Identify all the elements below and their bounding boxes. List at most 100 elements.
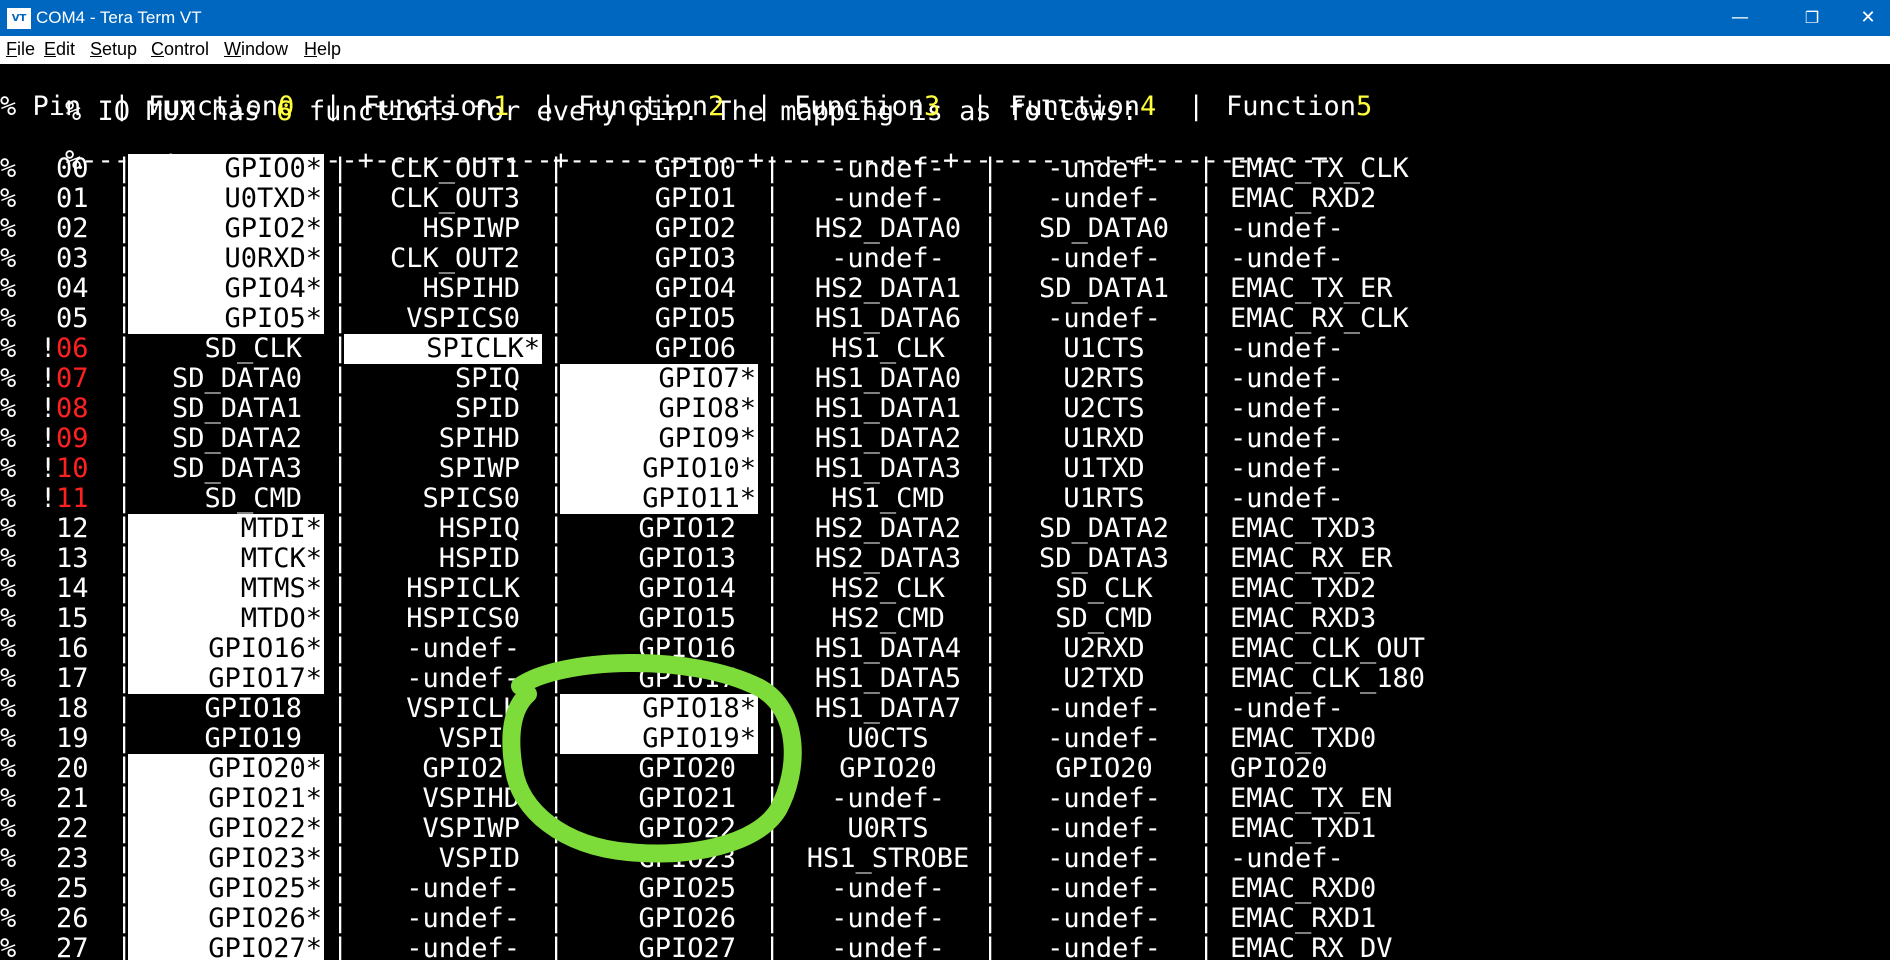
table-row: % 27 | | | | | | GPIO27* -undef- GPIO27 -undef- -und… bbox=[0, 934, 1890, 960]
table-row: %! 06 | | | | | | SD_CLK SPICLK* GPIO6 HS1_CLK U1CTS… bbox=[0, 334, 1890, 364]
cell-function-4: -undef- bbox=[1047, 843, 1161, 874]
column-separator: | bbox=[982, 183, 999, 214]
row-prefix: % bbox=[0, 843, 17, 874]
column-separator: | bbox=[1198, 813, 1215, 844]
column-separator: | bbox=[1198, 273, 1215, 304]
cell-function-2: GPIO3 bbox=[654, 243, 736, 274]
row-pin-number: 07 bbox=[56, 363, 89, 394]
cell-function-2: GPIO6 bbox=[654, 333, 736, 364]
cell-function-1: SPICLK* bbox=[344, 334, 542, 364]
cell-function-1: HSPIHD bbox=[422, 273, 520, 304]
row-prefix: % bbox=[0, 363, 17, 394]
cell-function-4: -undef- bbox=[1047, 813, 1161, 844]
cell-function-3: HS1_DATA4 bbox=[814, 633, 962, 664]
column-separator: | bbox=[1198, 693, 1215, 724]
minimize-button[interactable]: — bbox=[1712, 0, 1768, 36]
menu-edit[interactable]: Edit bbox=[44, 39, 75, 60]
column-separator: | bbox=[982, 333, 999, 364]
row-pin-number: 10 bbox=[56, 453, 89, 484]
column-separator: | bbox=[1198, 213, 1215, 244]
column-separator: | bbox=[982, 393, 999, 424]
cell-function-2: GPIO11* bbox=[560, 484, 758, 514]
cell-function-1: SPID bbox=[454, 393, 520, 424]
menu-setup[interactable]: Setup bbox=[90, 39, 137, 60]
column-separator: | bbox=[764, 903, 781, 934]
row-warning-mark: ! bbox=[40, 363, 57, 394]
row-warning-mark: ! bbox=[40, 333, 57, 364]
close-button[interactable]: ✕ bbox=[1840, 0, 1890, 36]
column-separator: | bbox=[982, 303, 999, 334]
column-separator: | bbox=[1198, 903, 1215, 934]
table-row: %! 09 | | | | | | SD_DATA2 SPIHD GPIO9* HS1_DATA2 U1… bbox=[0, 424, 1890, 454]
cell-function-4: -undef- bbox=[1047, 243, 1161, 274]
column-separator: | bbox=[764, 723, 781, 754]
cell-function-0: GPIO5* bbox=[128, 304, 324, 334]
table-row: % 18 | | | | | | GPIO18 VSPICLK GPIO18* HS1_DATA7 -u… bbox=[0, 694, 1890, 724]
table-row: %! 07 | | | | | | SD_DATA0 SPIQ GPIO7* HS1_DATA0 U2R… bbox=[0, 364, 1890, 394]
cell-function-1: VSPICS0 bbox=[406, 303, 520, 334]
row-prefix: % bbox=[0, 213, 17, 244]
cell-function-4: -undef- bbox=[1047, 723, 1161, 754]
cell-function-3: HS1_DATA5 bbox=[814, 663, 962, 694]
column-separator: | bbox=[1198, 783, 1215, 814]
cell-function-4: SD_DATA3 bbox=[1038, 543, 1170, 574]
menu-label: etup bbox=[102, 39, 138, 59]
column-separator: | bbox=[982, 753, 999, 784]
row-warning-mark: ! bbox=[40, 393, 57, 424]
menu-bar: File Edit Setup Control Window Help bbox=[0, 36, 1890, 65]
column-separator: | bbox=[982, 543, 999, 574]
cell-function-1: SPICS0 bbox=[422, 483, 520, 514]
cell-function-5: EMAC_RXD1 bbox=[1230, 903, 1377, 934]
column-separator: | bbox=[764, 573, 781, 604]
divider-line: %-----+-----------+-----------+---------… bbox=[0, 116, 1890, 176]
cell-function-0: SD_DATA1 bbox=[171, 393, 302, 424]
table-row: % 05 | | | | | | GPIO5* VSPICS0 GPIO5 HS1_DATA6 -und… bbox=[0, 304, 1890, 334]
cell-function-4: U2CTS bbox=[1063, 393, 1145, 424]
cell-function-4: U1TXD bbox=[1063, 453, 1145, 484]
column-separator: | bbox=[982, 693, 999, 724]
cell-function-0: MTDI* bbox=[128, 514, 324, 544]
cell-function-0: GPIO18 bbox=[204, 693, 302, 724]
cell-function-5: EMAC_CLK_OUT bbox=[1230, 633, 1426, 664]
cell-function-1: VSPIQ bbox=[438, 723, 520, 754]
cell-function-3: HS1_DATA1 bbox=[814, 393, 962, 424]
table-row: %! 11 | | | | | | SD_CMD SPICS0 GPIO11* HS1_CMD U1RT… bbox=[0, 484, 1890, 514]
menu-file[interactable]: File bbox=[6, 39, 35, 60]
cell-function-4: SD_DATA0 bbox=[1038, 213, 1170, 244]
restore-button[interactable]: ❐ bbox=[1784, 0, 1840, 36]
cell-function-5: EMAC_RXD0 bbox=[1230, 873, 1377, 904]
menu-help[interactable]: Help bbox=[304, 39, 341, 60]
column-separator: | bbox=[1198, 513, 1215, 544]
terminal-screen[interactable]: % IO MUX has 6 functions for every pin. … bbox=[0, 64, 1890, 960]
row-prefix: % bbox=[0, 903, 17, 934]
cell-function-0: MTMS* bbox=[128, 574, 324, 604]
cell-function-5: EMAC_RX_CLK bbox=[1230, 303, 1409, 334]
row-prefix: % bbox=[0, 153, 17, 184]
cell-function-4: U1RXD bbox=[1063, 423, 1145, 454]
cell-function-3: -undef- bbox=[831, 903, 945, 934]
menu-control[interactable]: Control bbox=[151, 39, 209, 60]
row-prefix: % bbox=[0, 303, 17, 334]
row-warning-mark: ! bbox=[40, 423, 57, 454]
column-separator: | bbox=[1198, 393, 1215, 424]
menu-window[interactable]: Window bbox=[224, 39, 288, 60]
column-separator: | bbox=[1198, 153, 1215, 184]
table-row: % 25 | | | | | | GPIO25* -undef- GPIO25 -undef- -und… bbox=[0, 874, 1890, 904]
cell-function-0: SD_DATA0 bbox=[171, 363, 302, 394]
cell-function-0: GPIO25* bbox=[128, 874, 324, 904]
row-pin-number: 04 bbox=[56, 273, 89, 304]
cell-function-1: CLK_OUT2 bbox=[389, 243, 520, 274]
row-pin-number: 00 bbox=[56, 153, 89, 184]
column-separator: | bbox=[982, 783, 999, 814]
row-pin-number: 16 bbox=[56, 633, 89, 664]
row-prefix: % bbox=[0, 783, 17, 814]
cell-function-3: -undef- bbox=[831, 153, 945, 184]
cell-function-5: EMAC_RX_ER bbox=[1230, 543, 1393, 574]
column-separator: | bbox=[1198, 453, 1215, 484]
row-prefix: % bbox=[0, 633, 17, 664]
column-separator: | bbox=[764, 183, 781, 214]
cell-function-1: SPIWP bbox=[438, 453, 520, 484]
table-row: % 01 | | | | | | U0TXD* CLK_OUT3 GPIO1 -undef- -unde… bbox=[0, 184, 1890, 214]
column-separator: | bbox=[982, 723, 999, 754]
cell-function-0: SD_DATA2 bbox=[171, 423, 302, 454]
